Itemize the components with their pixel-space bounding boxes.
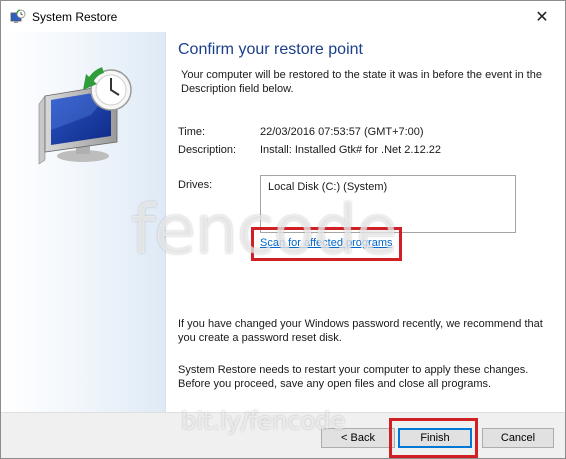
window-title: System Restore <box>32 10 118 24</box>
drives-list[interactable]: Local Disk (C:) (System) <box>260 175 516 233</box>
time-label: Time: <box>178 126 206 138</box>
sidebar-illustration <box>1 32 166 412</box>
close-button[interactable]: ✕ <box>519 1 565 32</box>
restart-note: System Restore needs to restart your com… <box>178 364 529 390</box>
highlight-box-finish <box>389 418 478 458</box>
description-value: Install: Installed Gtk# for .Net 2.12.22 <box>260 144 441 156</box>
monitor-clock-icon <box>38 67 132 165</box>
main-content: Confirm your restore point Your computer… <box>166 32 565 412</box>
password-note: If you have changed your Windows passwor… <box>178 318 543 344</box>
close-icon: ✕ <box>535 8 549 26</box>
time-value: 22/03/2016 07:53:57 (GMT+7:00) <box>260 126 424 138</box>
description-label: Description: <box>178 144 237 156</box>
system-restore-window: System Restore ✕ Confirm your restore po… <box>0 0 566 459</box>
title-bar: System Restore ✕ <box>1 1 565 32</box>
back-button[interactable]: < Back <box>321 428 395 448</box>
button-bar: < Back Finish Cancel <box>1 412 565 458</box>
list-item[interactable]: Local Disk (C:) (System) <box>268 181 387 193</box>
system-restore-icon <box>10 9 26 23</box>
drives-label: Drives: <box>178 179 213 191</box>
intro-text: Your computer will be restored to the st… <box>181 69 542 95</box>
highlight-box-scan <box>251 227 402 261</box>
cancel-button[interactable]: Cancel <box>482 428 554 448</box>
page-title: Confirm your restore point <box>178 41 363 58</box>
